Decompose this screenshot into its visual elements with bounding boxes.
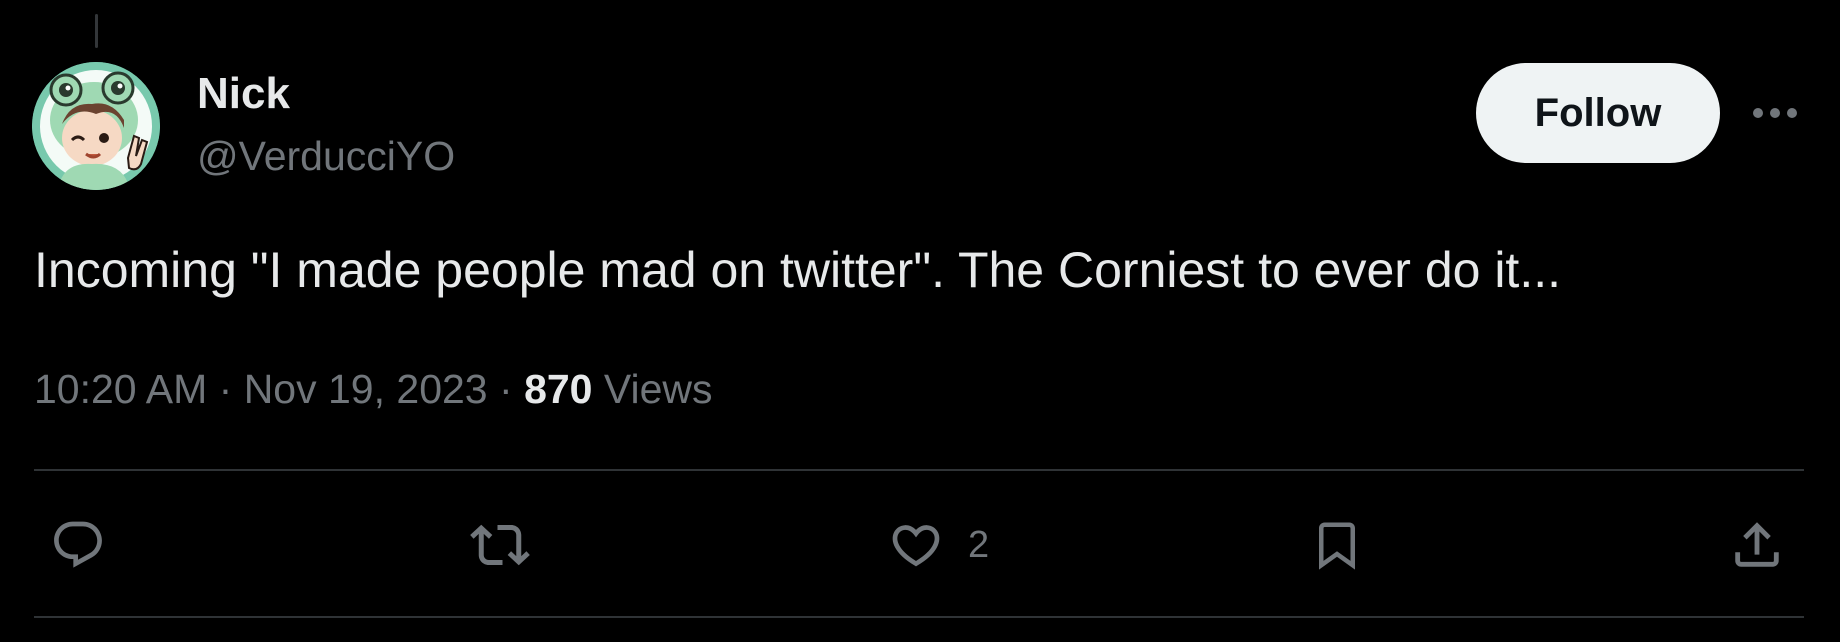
like-count: 2 <box>968 523 990 566</box>
heart-icon <box>892 525 940 567</box>
meta-separator: · <box>218 366 233 412</box>
follow-button[interactable]: Follow <box>1476 63 1720 163</box>
author-handle[interactable]: @VerducciYO <box>197 131 455 181</box>
tweet-text: Incoming "I made people mad on twitter".… <box>34 242 1562 298</box>
reply-icon <box>54 521 102 568</box>
meta-separator: · <box>499 366 513 412</box>
tweet-date[interactable]: Nov 19, 2023 <box>244 366 488 412</box>
more-horizontal-icon <box>1753 108 1797 118</box>
divider <box>34 616 1804 618</box>
like-button[interactable]: 2 <box>886 512 989 578</box>
repost-button[interactable] <box>465 512 535 578</box>
tweet-time[interactable]: 10:20 AM <box>34 366 207 412</box>
avatar-image <box>32 62 160 190</box>
author-display-name[interactable]: Nick <box>197 68 290 120</box>
bookmark-button[interactable] <box>1310 512 1364 578</box>
views-label[interactable]: Views <box>604 366 713 412</box>
reply-button[interactable] <box>50 512 106 578</box>
divider <box>34 469 1804 471</box>
thread-connector-line <box>95 14 98 48</box>
tweet-meta: 10:20 AM · Nov 19, 2023 · 870 Views <box>34 364 713 414</box>
more-options-button[interactable] <box>1745 90 1805 136</box>
share-icon <box>1735 522 1779 567</box>
views-count[interactable]: 870 <box>524 366 592 412</box>
share-button[interactable] <box>1728 512 1786 578</box>
repost-icon <box>470 524 530 566</box>
avatar[interactable] <box>32 62 160 190</box>
bookmark-icon <box>1319 522 1355 570</box>
